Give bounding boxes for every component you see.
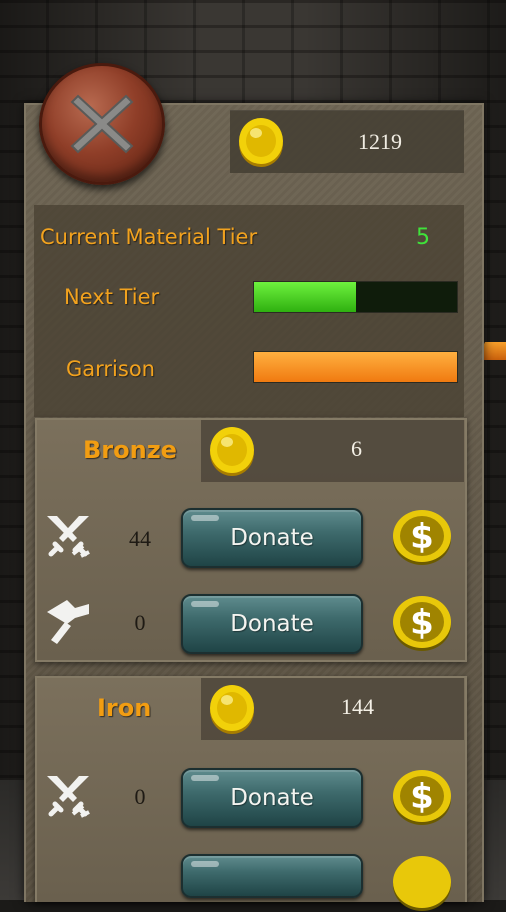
tier-info-box: Current Material Tier 5 Next Tier Garris…	[34, 205, 464, 417]
bronze-tools-donate-button[interactable]: Donate	[181, 594, 363, 654]
dollar-coin-button[interactable]: $	[391, 508, 453, 566]
iron-coin-value: 144	[341, 694, 374, 719]
bronze-tools-count: 0	[134, 610, 146, 635]
crossed-swords-icon	[47, 776, 90, 818]
bronze-coin-value: 6	[351, 436, 362, 461]
current-tier-label: Current Material Tier	[40, 225, 258, 249]
bronze-coin-bar: 6	[201, 420, 464, 482]
next-tier-progress-bar	[253, 281, 458, 313]
next-tier-label: Next Tier	[64, 285, 160, 309]
dollar-coin-button[interactable]: $	[391, 768, 453, 826]
dollar-icon: $	[410, 777, 434, 817]
close-icon	[70, 94, 134, 154]
dollar-icon: $	[410, 517, 434, 557]
garrison-label: Garrison	[66, 357, 155, 381]
dollar-coin-button[interactable]	[391, 854, 453, 912]
bronze-section: Bronze 6 44 Donate $ 0 Donate $	[35, 418, 467, 662]
iron-section: Iron 144 0 Donate $	[35, 676, 467, 911]
iron-weapons-count: 0	[134, 784, 146, 809]
garrison-progress-bar	[253, 351, 458, 383]
total-coins-value: 1219	[358, 129, 402, 154]
gold-coin-icon	[210, 427, 254, 476]
total-coins-bar: 1219	[230, 110, 464, 173]
crossed-swords-icon	[47, 516, 90, 558]
iron-coin-bar: 144	[201, 678, 464, 740]
next-tier-progress-fill	[254, 282, 356, 312]
iron-weapons-donate-button[interactable]: Donate	[181, 768, 363, 828]
iron-next-donate-button[interactable]	[181, 854, 363, 898]
hammer-icon	[47, 600, 89, 644]
iron-title: Iron	[97, 694, 152, 722]
bronze-weapons-count: 44	[129, 526, 151, 551]
dollar-coin-button[interactable]: $	[391, 594, 453, 652]
dollar-icon: $	[410, 603, 434, 643]
gold-coin-icon	[210, 685, 254, 734]
garrison-progress-fill	[254, 352, 457, 382]
bronze-title: Bronze	[83, 436, 177, 464]
close-button[interactable]	[39, 63, 165, 185]
current-tier-value: 5	[416, 225, 430, 250]
gold-coin-icon	[239, 118, 283, 167]
bronze-weapons-donate-button[interactable]: Donate	[181, 508, 363, 568]
